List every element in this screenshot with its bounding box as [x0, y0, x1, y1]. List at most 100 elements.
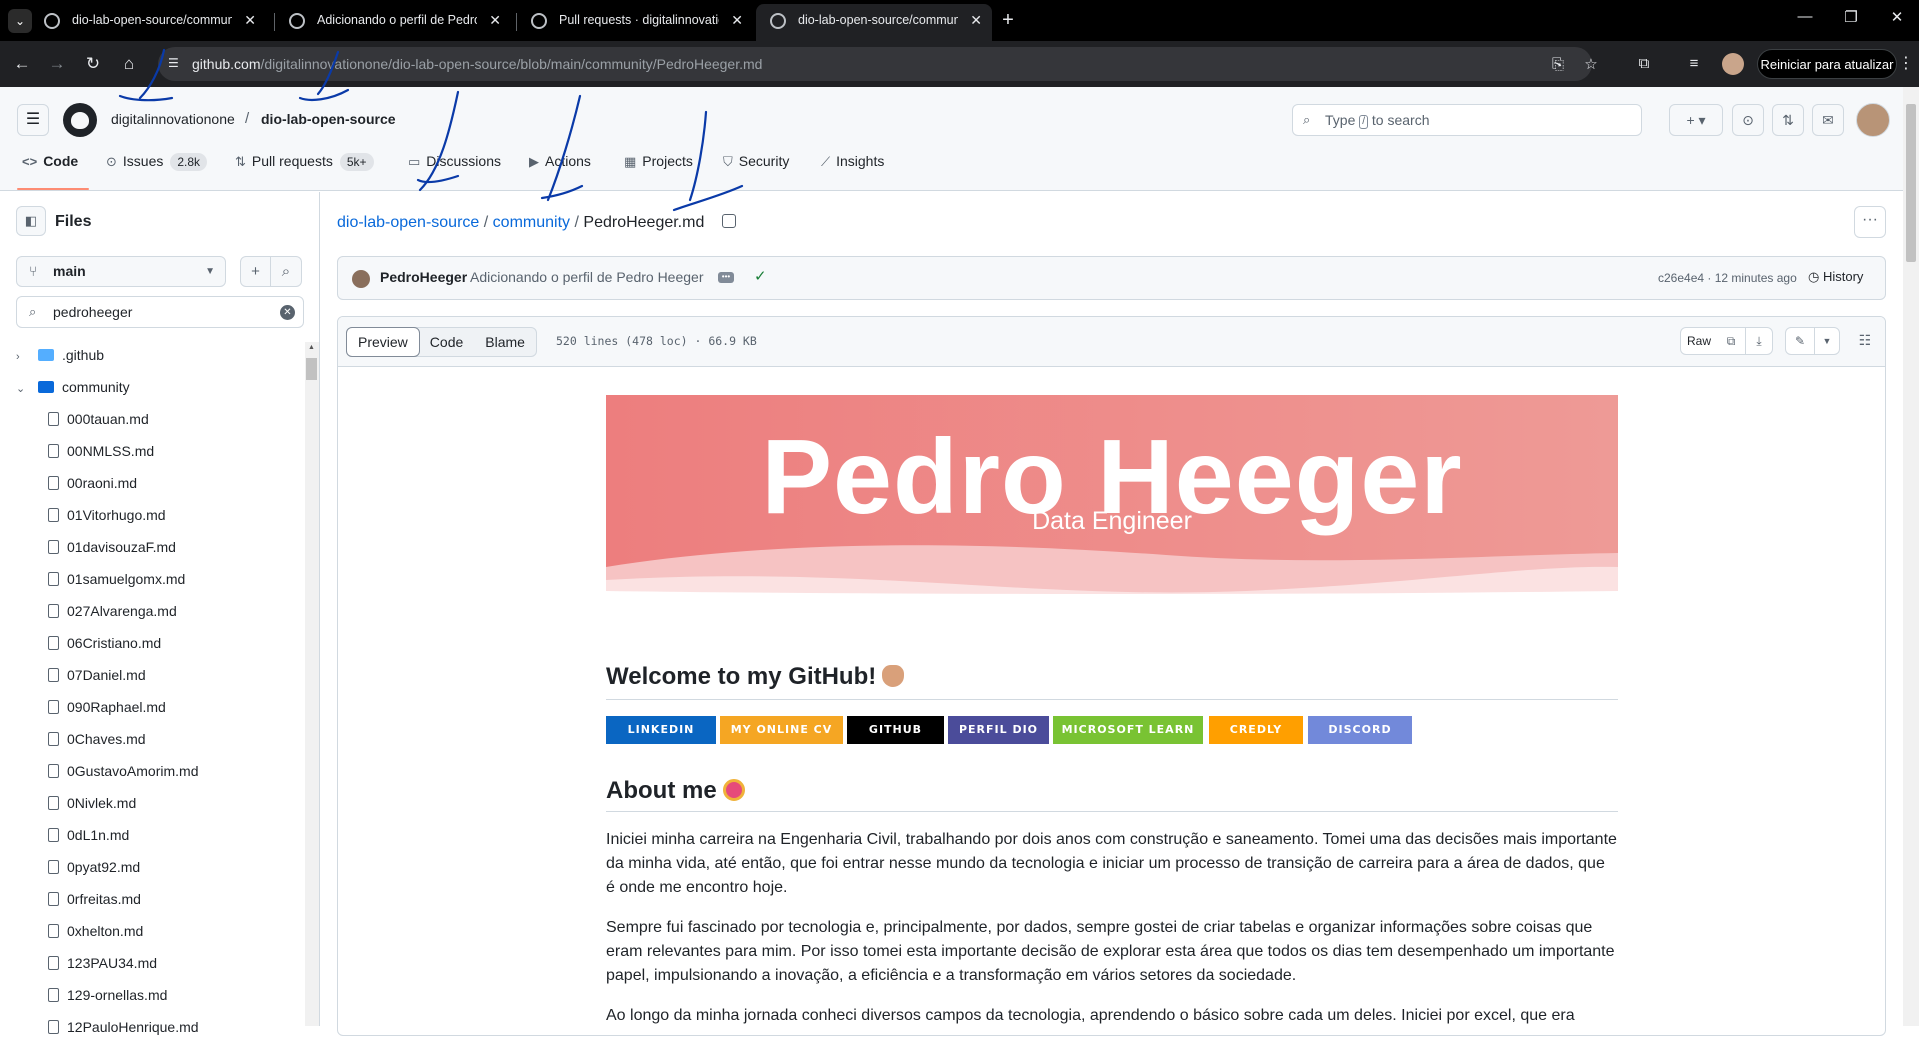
- minimize-icon[interactable]: —: [1790, 8, 1820, 25]
- tab-issues[interactable]: ⊙ Issues 2.8k: [106, 141, 208, 181]
- tree-file-item[interactable]: 07Daniel.md: [48, 662, 146, 688]
- browser-tab-4-active[interactable]: dio-lab-open-source/communi ✕: [756, 4, 992, 41]
- add-file-button[interactable]: +: [240, 256, 271, 287]
- tab-pull-requests[interactable]: ⇅ Pull requests 5k+: [235, 141, 374, 181]
- bookmark-star-icon[interactable]: ☆: [1581, 55, 1601, 75]
- tree-file-item[interactable]: 129-ornellas.md: [48, 982, 167, 1008]
- new-tab-button[interactable]: +: [996, 8, 1020, 32]
- tree-file-item[interactable]: 12PauloHenrique.md: [48, 1014, 199, 1040]
- badge-github[interactable]: GITHUB: [847, 716, 944, 744]
- back-icon[interactable]: ←: [9, 51, 35, 77]
- raw-button[interactable]: Raw: [1680, 327, 1718, 355]
- tree-file-item[interactable]: 01samuelgomx.md: [48, 566, 185, 592]
- outline-icon[interactable]: ☷: [1851, 327, 1879, 355]
- download-icon[interactable]: ⤓: [1745, 327, 1773, 355]
- tree-file-item[interactable]: 0dL1n.md: [48, 822, 129, 848]
- tab-blame[interactable]: Blame: [474, 328, 536, 356]
- breadcrumb-repo-link[interactable]: dio-lab-open-source: [337, 214, 479, 231]
- hamburger-menu-icon[interactable]: ☰: [17, 104, 49, 136]
- forward-icon[interactable]: →: [44, 51, 70, 77]
- tab-discussions[interactable]: ▭ Discussions: [408, 141, 501, 181]
- tab-code-view[interactable]: Code: [419, 328, 474, 356]
- sidebar-scroll-thumb[interactable]: [306, 358, 317, 380]
- history-button[interactable]: ◷ History: [1808, 269, 1863, 285]
- close-tab-icon[interactable]: ✕: [489, 4, 501, 37]
- clear-filter-icon[interactable]: ✕: [280, 305, 295, 320]
- url-text[interactable]: github.com/digitalinnovationone/dio-lab-…: [192, 47, 762, 81]
- tree-file-item[interactable]: 01davisouzaF.md: [48, 534, 176, 560]
- tree-file-item[interactable]: 0rfreitas.md: [48, 886, 141, 912]
- tree-file-item[interactable]: 000tauan.md: [48, 406, 149, 432]
- repo-owner-link[interactable]: digitalinnovationone: [111, 111, 235, 127]
- tree-file-item[interactable]: 027Alvarenga.md: [48, 598, 177, 624]
- tab-preview[interactable]: Preview: [346, 327, 420, 357]
- close-window-icon[interactable]: ✕: [1882, 8, 1912, 26]
- profile-avatar[interactable]: [1722, 53, 1744, 75]
- tree-file-item[interactable]: 0GustavoAmorim.md: [48, 758, 198, 784]
- commit-author-avatar[interactable]: [352, 270, 370, 288]
- more-options-button[interactable]: ···: [1854, 206, 1886, 238]
- badge-linkedin[interactable]: LINKEDIN: [606, 716, 716, 744]
- tab-insights[interactable]: ⟋ Insights: [821, 141, 884, 181]
- tree-file-item[interactable]: 090Raphael.md: [48, 694, 166, 720]
- badge-microsoft-learn[interactable]: MICROSOFT LEARN: [1053, 716, 1203, 744]
- tree-file-item[interactable]: 00NMLSS.md: [48, 438, 154, 464]
- collapse-sidebar-icon[interactable]: ◧: [16, 206, 46, 236]
- branch-selector[interactable]: ⑂ main ▼: [16, 256, 226, 287]
- repo-name-link[interactable]: dio-lab-open-source: [261, 111, 396, 127]
- tab-security[interactable]: ⛉ Security: [723, 141, 789, 181]
- page-scroll-thumb[interactable]: [1906, 104, 1916, 262]
- create-new-button[interactable]: + ▾: [1669, 104, 1723, 136]
- edit-dropdown-icon[interactable]: ▼: [1814, 327, 1840, 355]
- copy-raw-icon[interactable]: ⧉: [1717, 327, 1745, 355]
- pull-requests-icon[interactable]: ⇅: [1772, 104, 1804, 136]
- tree-file-item[interactable]: 06Cristiano.md: [48, 630, 161, 656]
- commit-author[interactable]: PedroHeeger: [380, 269, 467, 285]
- search-input[interactable]: ⌕ Type / to search: [1292, 104, 1642, 136]
- browser-tab-1[interactable]: dio-lab-open-source/communi ✕: [30, 4, 266, 41]
- tab-code[interactable]: <> Code: [22, 141, 78, 181]
- scroll-up-icon[interactable]: ▲: [308, 344, 315, 351]
- tree-file-item[interactable]: 123PAU34.md: [48, 950, 157, 976]
- issues-icon[interactable]: ⊙: [1732, 104, 1764, 136]
- media-control-icon[interactable]: ≡: [1683, 53, 1705, 75]
- sidebar-scrollbar[interactable]: [305, 342, 319, 1026]
- tree-file-item[interactable]: 01Vitorhugo.md: [48, 502, 166, 528]
- reload-icon[interactable]: ↻: [80, 51, 106, 77]
- badge-perfil-dio[interactable]: PERFIL DIO: [948, 716, 1049, 744]
- site-info-icon[interactable]: ☰: [168, 56, 184, 72]
- expand-commit-icon[interactable]: •••: [718, 272, 734, 283]
- file-filter-input[interactable]: ⌕ pedroheeger ✕: [16, 296, 304, 328]
- tree-file-item[interactable]: 00raoni.md: [48, 470, 137, 496]
- browser-tab-2[interactable]: Adicionando o perfil de Pedro H ✕: [275, 4, 511, 41]
- user-avatar[interactable]: [1856, 103, 1890, 137]
- address-bar[interactable]: ☰ github.com/digitalinnovationone/dio-la…: [158, 47, 1598, 81]
- update-button[interactable]: Reiniciar para atualizar: [1757, 49, 1897, 79]
- close-tab-icon[interactable]: ✕: [970, 4, 982, 37]
- tab-projects[interactable]: ▦ Projects: [624, 141, 693, 181]
- home-icon[interactable]: ⌂: [116, 51, 142, 77]
- tree-file-item[interactable]: 0xhelton.md: [48, 918, 143, 944]
- extensions-icon[interactable]: ⧉: [1633, 53, 1655, 75]
- close-tab-icon[interactable]: ✕: [244, 4, 256, 37]
- commit-message[interactable]: Adicionando o perfil de Pedro Heeger: [470, 269, 704, 285]
- tree-folder-community[interactable]: ⌄ community: [16, 374, 130, 400]
- check-icon[interactable]: ✓: [754, 267, 767, 285]
- tree-file-item[interactable]: 0pyat92.md: [48, 854, 140, 880]
- badge-credly[interactable]: CREDLY: [1209, 716, 1303, 744]
- browser-tab-3[interactable]: Pull requests · digitalinnovation ✕: [517, 4, 753, 41]
- tab-actions[interactable]: ▶ Actions: [529, 141, 591, 181]
- badge-discord[interactable]: DISCORD: [1308, 716, 1412, 744]
- install-app-icon[interactable]: ⎘: [1548, 55, 1568, 75]
- breadcrumb-folder-link[interactable]: community: [493, 214, 570, 231]
- badge-my-online-cv[interactable]: MY ONLINE CV: [720, 716, 843, 744]
- tree-file-item[interactable]: 0Nivlek.md: [48, 790, 136, 816]
- inbox-icon[interactable]: ✉: [1812, 104, 1844, 136]
- tab-search-button[interactable]: ⌄: [8, 9, 32, 33]
- github-logo-icon[interactable]: [63, 103, 97, 137]
- search-files-button[interactable]: ⌕: [271, 256, 302, 287]
- tree-folder-github[interactable]: › .github: [16, 342, 104, 368]
- commit-sha-time[interactable]: c26e4e4 · 12 minutes ago: [1658, 271, 1797, 285]
- close-tab-icon[interactable]: ✕: [731, 4, 743, 37]
- chrome-menu-icon[interactable]: ⋮: [1898, 53, 1914, 73]
